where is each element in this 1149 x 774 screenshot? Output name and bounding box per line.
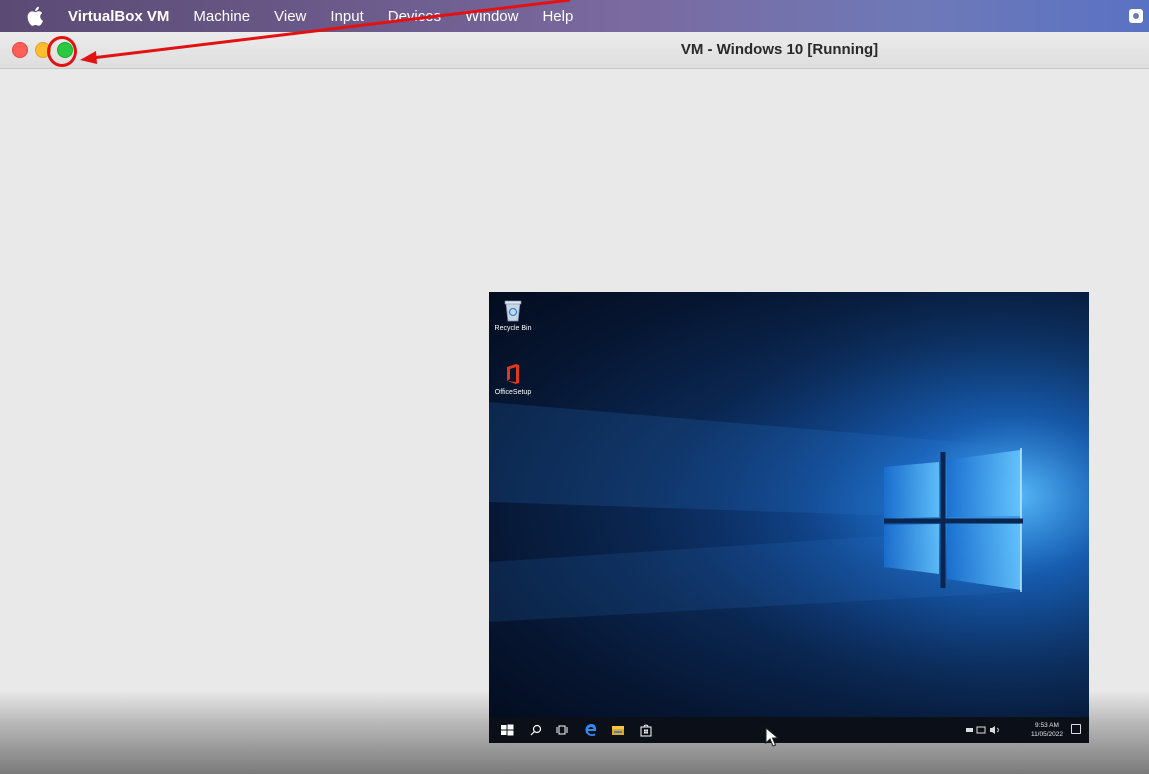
office-icon xyxy=(507,364,519,384)
edge-icon[interactable] xyxy=(584,723,598,737)
recycle-bin-icon xyxy=(504,300,522,322)
file-explorer-icon[interactable] xyxy=(611,723,625,737)
action-center-icon[interactable] xyxy=(1071,724,1081,734)
apple-icon[interactable] xyxy=(27,6,43,26)
mouse-cursor-icon xyxy=(765,727,779,747)
task-view-icon[interactable] xyxy=(555,723,569,737)
taskbar-time: 9:53 AM xyxy=(1035,722,1059,729)
search-icon[interactable] xyxy=(529,723,543,737)
desktop-icon-office-setup[interactable]: OfficeSetup xyxy=(491,362,535,396)
taskbar-date: 11/05/2022 xyxy=(1030,731,1063,738)
menu-help[interactable]: Help xyxy=(542,8,573,25)
vm-display[interactable]: Recycle Bin OfficeSetup 9:53 AM 11/05/20… xyxy=(489,292,1089,743)
window-titlebar: VM - Windows 10 [Running] xyxy=(0,32,1149,69)
menu-machine[interactable]: Machine xyxy=(193,8,250,25)
start-icon[interactable] xyxy=(500,723,514,737)
annotation-circle xyxy=(47,36,77,67)
menu-view[interactable]: View xyxy=(274,8,306,25)
windows-taskbar: 9:53 AM 11/05/2022 xyxy=(489,717,1089,743)
office-setup-label: OfficeSetup xyxy=(494,389,532,396)
menu-input[interactable]: Input xyxy=(330,8,363,25)
recycle-bin-label: Recycle Bin xyxy=(494,325,532,332)
window-title: VM - Windows 10 [Running] xyxy=(680,41,879,58)
menu-window[interactable]: Window xyxy=(465,8,518,25)
status-menu-icon[interactable] xyxy=(1129,9,1143,23)
windows-wallpaper xyxy=(489,292,1089,743)
menu-app-name[interactable]: VirtualBox VM xyxy=(68,8,169,25)
mac-menubar: VirtualBox VM Machine View Input Devices… xyxy=(0,0,1149,32)
desktop-icon-recycle-bin[interactable]: Recycle Bin xyxy=(491,298,535,332)
menu-devices[interactable]: Devices xyxy=(388,8,441,25)
system-tray-icons[interactable] xyxy=(965,725,1005,735)
store-icon[interactable] xyxy=(639,723,653,737)
taskbar-clock[interactable]: 9:53 AM 11/05/2022 xyxy=(1031,721,1063,739)
